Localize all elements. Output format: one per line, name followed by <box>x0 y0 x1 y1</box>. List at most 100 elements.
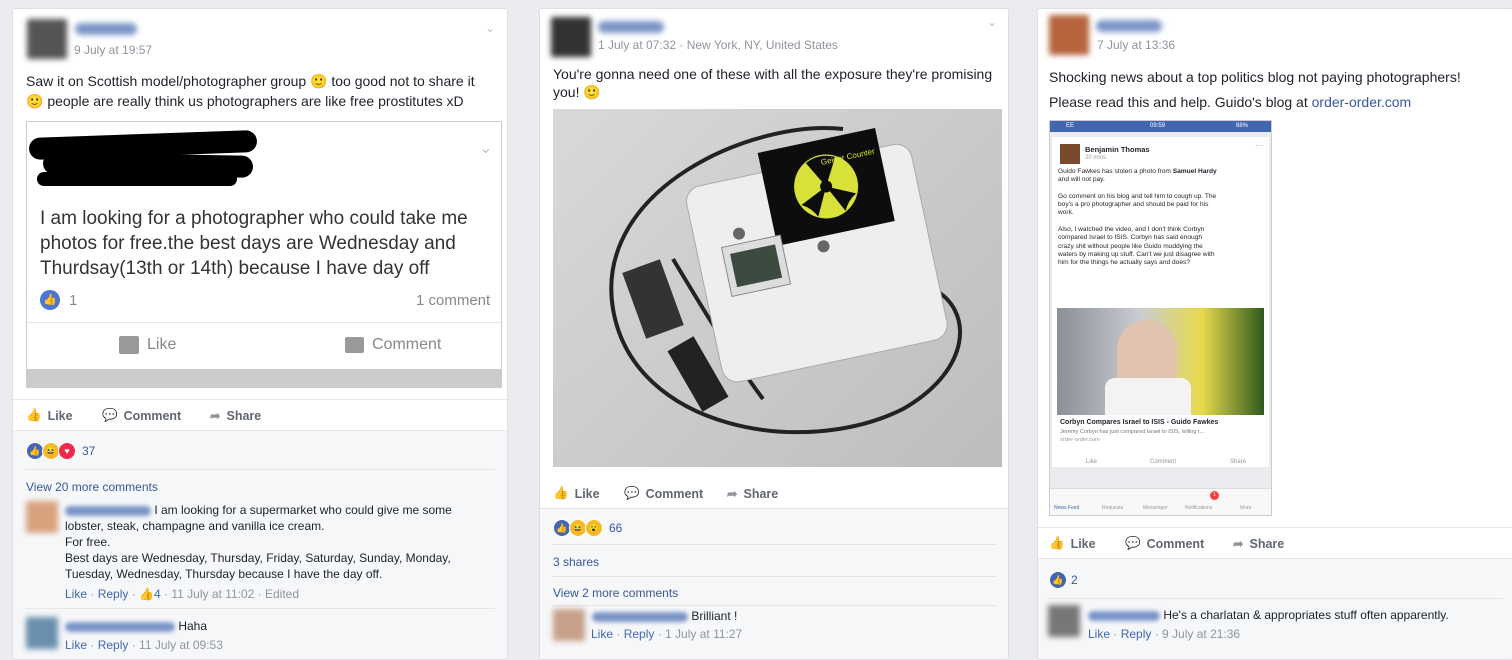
embedded-like-icon: 👍 <box>40 290 60 310</box>
phone-p1-a: Guido Fawkes has stolen a photo from <box>1058 168 1173 175</box>
phone-p1-c: and will not pay. <box>1058 176 1105 184</box>
embedded-comment-label: Comment <box>372 336 442 353</box>
embedded-comment-count: 1 comment <box>416 292 491 309</box>
post-author-avatar[interactable] <box>1049 15 1089 55</box>
embedded-text-line-3: Thurdsay(13th or 14th) because I have da… <box>40 258 430 279</box>
post-options-chevron-icon[interactable]: ⌄ <box>485 21 495 35</box>
post-options-chevron-icon[interactable]: ⌄ <box>987 15 997 29</box>
post-timestamp[interactable]: 7 July at 13:36 <box>1097 38 1175 52</box>
share-label: Share <box>226 408 262 423</box>
share-arrow-icon: ➦ <box>210 409 221 423</box>
embedded-like-count: 1 <box>69 292 78 309</box>
comment-2-line-1: Haha <box>178 619 208 633</box>
phone-tab-bar: News Feed Requests Messenger Notificatio… <box>1050 488 1271 515</box>
reactions-divider <box>552 544 996 545</box>
share-button[interactable]: ➦ Share <box>1233 536 1284 552</box>
view-more-comments-link[interactable]: View 2 more comments <box>553 586 678 600</box>
phone-comment: Comment <box>1150 459 1177 465</box>
comment-edited[interactable]: Edited <box>265 587 299 601</box>
post-text-line-2: 🙂 people are really think us photographe… <box>26 93 464 109</box>
order-order-link[interactable]: order-order.com <box>1312 94 1412 110</box>
comment-like-link[interactable]: Like <box>1088 627 1110 641</box>
comment-1-meta: Like · Reply · 9 July at 21:36 <box>1088 627 1241 641</box>
comment-time[interactable]: 1 July at 11:27 <box>665 627 742 641</box>
commenter-name[interactable] <box>65 505 151 516</box>
commenter-name[interactable] <box>65 621 175 632</box>
comment-like-link[interactable]: Like <box>591 627 613 641</box>
reactions-summary[interactable]: 👍 2 <box>1049 571 1078 589</box>
reaction-count: 66 <box>609 521 623 535</box>
comment-1-line-1: Brilliant ! <box>691 609 738 623</box>
like-label: Like <box>47 408 73 423</box>
comment-1-line-1: I am looking for a supermarket who could… <box>154 503 452 517</box>
phone-p3-line: him for the things he actually says and … <box>1058 259 1190 267</box>
phone-p2-line: boy's a pro photographer and should be p… <box>1058 201 1209 209</box>
tab-notifications: Notifications <box>1185 505 1213 511</box>
post-text-line-1: Shocking news about a top politics blog … <box>1049 69 1461 85</box>
comment-reply-link[interactable]: Reply <box>624 627 655 641</box>
reactions-summary[interactable]: 👍 😆 😮 66 <box>553 519 622 537</box>
phone-link-title: Corbyn Compares Israel to ISIS - Guido F… <box>1060 419 1219 426</box>
comment-button[interactable]: 💬 Comment <box>1125 536 1204 551</box>
embedded-chevron-icon: ⌄ <box>479 140 493 157</box>
post-author-avatar[interactable] <box>551 17 591 57</box>
like-button[interactable]: 👍 Like <box>553 486 600 501</box>
view-more-comments-link[interactable]: View 20 more comments <box>26 480 158 494</box>
shares-divider <box>552 576 996 577</box>
like-button[interactable]: 👍 Like <box>1049 536 1096 551</box>
commenter-avatar[interactable] <box>553 609 585 641</box>
comment-reply-link[interactable]: Reply <box>98 638 129 652</box>
comment-2-meta: Like · Reply · 11 July at 09:53 <box>65 638 223 652</box>
comment-like-count[interactable]: 4 <box>154 587 161 601</box>
embedded-post-screenshot[interactable]: ⌄ I am looking for a photographer who co… <box>26 121 502 388</box>
post-3: 7 July at 13:36 Shocking news about a to… <box>1037 8 1512 660</box>
post-author-name[interactable] <box>75 23 137 35</box>
comment-time[interactable]: 11 July at 11:02 <box>171 587 254 601</box>
comment-time[interactable]: 11 July at 09:53 <box>139 638 223 652</box>
comment-label: Comment <box>123 408 182 423</box>
comment-label: Comment <box>1146 536 1205 551</box>
comment-reply-link[interactable]: Reply <box>98 587 129 601</box>
phone-time: 09:59 <box>1150 123 1166 129</box>
phone-p2-line: Go comment on his blog and tell him to c… <box>1058 192 1217 200</box>
post-action-bar: 👍 Like 💬 Comment ➦ Share <box>1038 527 1512 558</box>
post-1: 9 July at 19:57 ⌄ Saw it on Scottish mod… <box>12 8 508 660</box>
post-author-name[interactable] <box>598 21 664 33</box>
comment-button[interactable]: 💬 Comment <box>624 486 703 501</box>
post-text-line-1: You're gonna need one of these with all … <box>553 66 993 82</box>
phone-p3-line: crazy shit without people like Guido mud… <box>1058 242 1203 250</box>
like-button[interactable]: 👍 Like <box>26 408 73 423</box>
comment-1-meta: Like · Reply · 👍4 · 11 July at 11:02 · E… <box>65 587 300 601</box>
phone-status-bar: EE 09:59 88% <box>1050 121 1271 132</box>
shares-link[interactable]: 3 shares <box>553 555 599 569</box>
commenter-name[interactable] <box>1088 610 1160 621</box>
comment-time[interactable]: 9 July at 21:36 <box>1162 627 1240 641</box>
share-button[interactable]: ➦ Share <box>210 408 262 424</box>
commenter-avatar[interactable] <box>26 617 58 649</box>
post-text-line-1: Saw it on Scottish model/photographer gr… <box>26 73 475 89</box>
phone-p1-b: Samuel Hardy <box>1172 168 1217 175</box>
share-label: Share <box>743 486 779 501</box>
post-author-avatar[interactable] <box>27 19 67 59</box>
share-arrow-icon: ➦ <box>1233 537 1244 551</box>
commenter-avatar[interactable] <box>26 501 58 533</box>
phone-like: Like <box>1086 459 1098 465</box>
phone-screenshot[interactable]: EE 09:59 88% Benjamin Thomas 20 mins ···… <box>1049 120 1272 516</box>
post-author-name[interactable] <box>1096 20 1162 32</box>
post-timestamp[interactable]: 9 July at 19:57 <box>74 43 152 57</box>
geiger-counter-photo[interactable]: Geiger Counter <box>553 109 1002 467</box>
commenter-avatar[interactable] <box>1048 605 1080 637</box>
comment-icon: 💬 <box>624 486 640 500</box>
comment-like-link[interactable]: Like <box>65 638 87 652</box>
commenter-name[interactable] <box>592 611 688 622</box>
comment-1-body: Brilliant ! <box>592 608 737 624</box>
embedded-text-line-1: I am looking for a photographer who coul… <box>40 208 468 229</box>
phone-link-desc: Jeremy Corbyn has just compared Israel t… <box>1060 429 1205 435</box>
share-button[interactable]: ➦ Share <box>727 486 779 502</box>
comment-button[interactable]: 💬 Comment <box>102 408 181 423</box>
post-timestamp[interactable]: 1 July at 07:32 · New York, NY, United S… <box>598 38 838 52</box>
phone-share: Share <box>1230 459 1247 465</box>
comment-like-link[interactable]: Like <box>65 587 87 601</box>
reactions-summary[interactable]: 👍 😆 ♥ 37 <box>26 442 95 460</box>
comment-reply-link[interactable]: Reply <box>1121 627 1152 641</box>
